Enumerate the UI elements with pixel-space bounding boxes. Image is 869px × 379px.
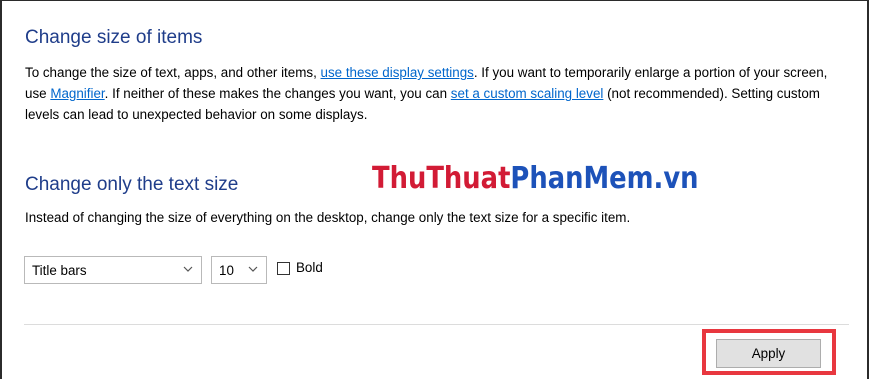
text-size-description: Instead of changing the size of everythi… — [25, 210, 631, 225]
description-text: . If neither of these makes the changes … — [104, 86, 451, 101]
bold-checkbox[interactable] — [277, 262, 290, 275]
font-size-select-value: 10 — [219, 262, 234, 278]
description-text: To change the size of text, apps, and ot… — [25, 65, 321, 80]
change-text-size-heading: Change only the text size — [25, 174, 239, 195]
magnifier-link[interactable]: Magnifier — [50, 86, 104, 101]
footer-divider — [24, 324, 849, 325]
item-select[interactable]: Title bars — [24, 256, 202, 284]
item-select-value: Title bars — [32, 262, 87, 278]
display-settings-link[interactable]: use these display settings — [321, 65, 474, 80]
custom-scaling-link[interactable]: set a custom scaling level — [451, 86, 604, 101]
text-size-settings-panel: Change size of items To change the size … — [0, 0, 869, 379]
watermark-logo: ThuThuatPhanMem.vn — [372, 161, 699, 196]
chevron-down-icon — [183, 266, 193, 272]
apply-button[interactable]: Apply — [716, 339, 821, 368]
change-size-description: To change the size of text, apps, and ot… — [25, 62, 845, 125]
font-size-select[interactable]: 10 — [211, 256, 267, 284]
chevron-down-icon — [248, 266, 258, 272]
bold-checkbox-label[interactable]: Bold — [296, 260, 323, 275]
change-size-of-items-heading: Change size of items — [25, 27, 203, 48]
watermark-part2: PhanMem.vn — [510, 161, 699, 196]
watermark-part1: ThuThuat — [372, 161, 511, 196]
